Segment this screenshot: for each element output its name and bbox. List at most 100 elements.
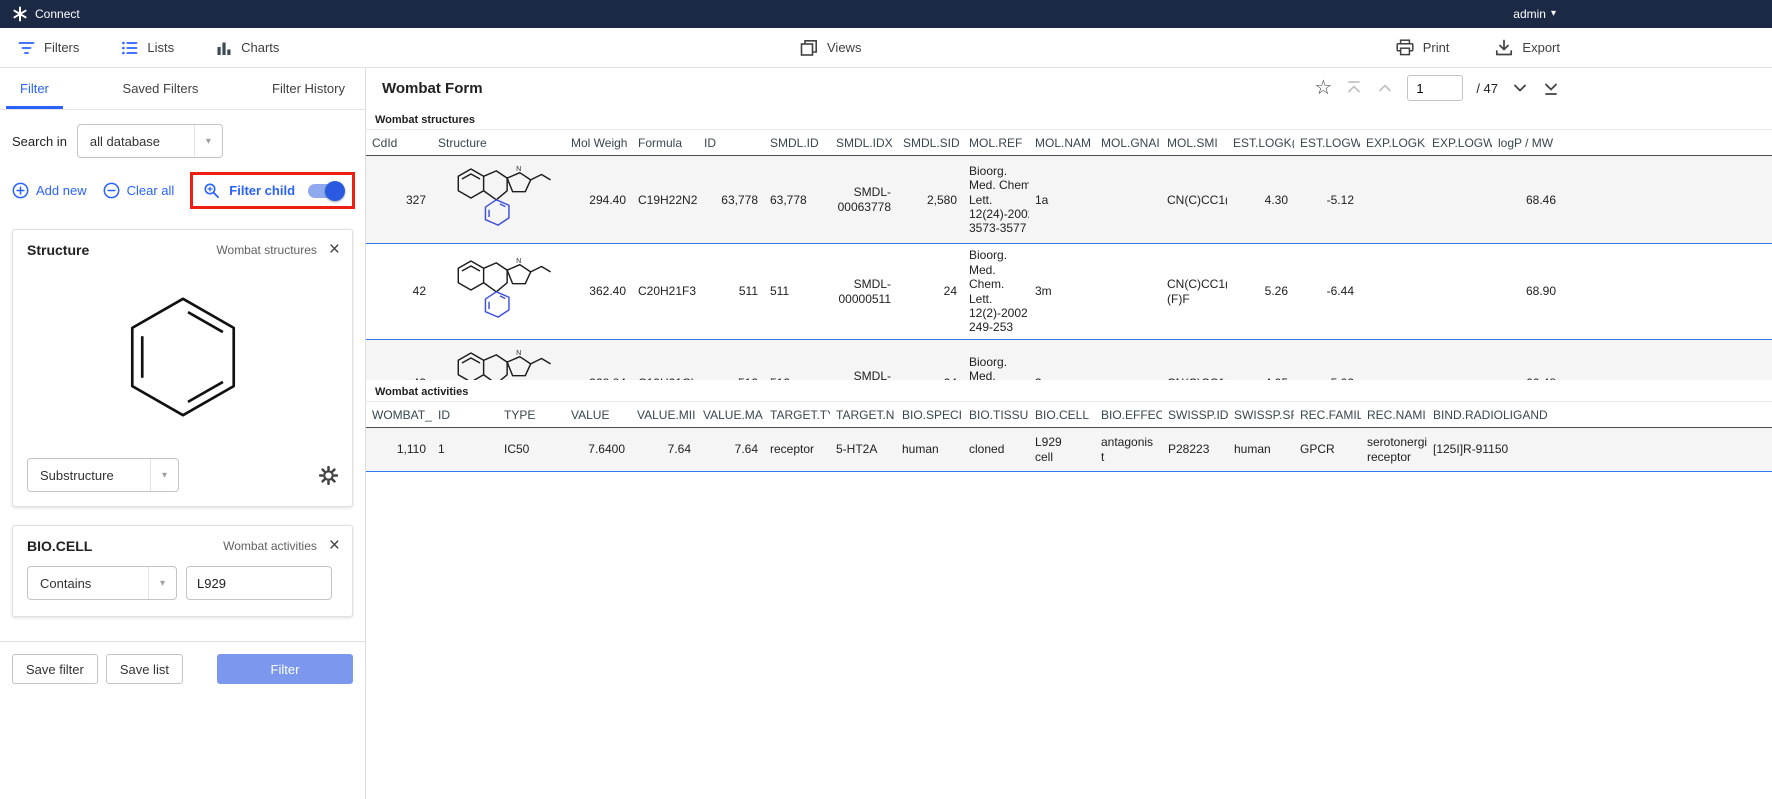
last-record-icon[interactable] (1542, 79, 1560, 97)
table-cell[interactable]: 68.46 (1492, 156, 1562, 244)
table-cell[interactable]: serotonergic receptor (1361, 428, 1427, 472)
column-header[interactable]: VALUE.MII (631, 402, 697, 428)
table-row[interactable]: 42N362.40C20H21F3511511SMDL- 0000051124B… (366, 244, 1772, 339)
table-cell[interactable] (1095, 156, 1161, 244)
filter-child-toggle[interactable] (308, 184, 342, 198)
views-button[interactable]: Views (800, 28, 861, 67)
table-cell[interactable]: Bioorg. Med. Chem. Lett. 12(24)-2002 357… (963, 156, 1029, 244)
close-icon[interactable]: × (329, 539, 340, 553)
column-header[interactable]: SMDL.ID (764, 130, 830, 156)
table-cell[interactable]: CN(C)CC1( (1161, 156, 1227, 244)
star-icon[interactable]: ☆ (1314, 78, 1332, 98)
table-cell[interactable] (1562, 428, 1772, 472)
table-cell[interactable]: 66.48 (1492, 339, 1562, 380)
column-header[interactable]: BIO.SPECI (896, 402, 963, 428)
table-cell[interactable]: P28223 (1162, 428, 1228, 472)
save-filter-button[interactable]: Save filter (12, 654, 98, 684)
biocell-value-input[interactable] (186, 566, 332, 600)
table-cell[interactable]: cloned (963, 428, 1029, 472)
table-cell[interactable]: -5.12 (1294, 156, 1360, 244)
structure-cell[interactable]: N (432, 156, 565, 244)
column-header[interactable]: ID (432, 402, 498, 428)
column-header[interactable]: SMDL.SID (897, 130, 963, 156)
column-header[interactable]: EXP.LOGW (1426, 130, 1492, 156)
filter-child-label[interactable]: Filter child (229, 183, 295, 198)
print-button[interactable]: Print (1396, 39, 1450, 56)
table-cell[interactable]: 511 (764, 244, 830, 339)
table-cell[interactable]: human (1228, 428, 1294, 472)
column-header[interactable]: Structure (432, 130, 565, 156)
column-header[interactable]: SWISSP.ID (1162, 402, 1228, 428)
table-cell[interactable]: SMDL- 00000511 (830, 244, 897, 339)
table-cell[interactable]: C19H22N2 (632, 156, 698, 244)
table-cell[interactable]: 24 (897, 244, 963, 339)
column-header[interactable]: EST.LOGK( (1227, 130, 1294, 156)
column-header[interactable]: WOMBAT_ (366, 402, 432, 428)
table-cell[interactable]: 294.40 (565, 156, 632, 244)
table-cell[interactable]: SMDL- 00063778 (830, 156, 897, 244)
table-cell[interactable]: IC50 (498, 428, 565, 472)
table-cell[interactable]: [125I]R-91150 (1427, 428, 1562, 472)
charts-button[interactable]: Charts (216, 40, 279, 56)
table-cell[interactable]: 68.90 (1492, 244, 1562, 339)
column-header[interactable]: VALUE (565, 402, 631, 428)
table-cell[interactable]: 7.64 (631, 428, 697, 472)
tab-saved-filters[interactable]: Saved Filters (109, 68, 213, 109)
column-header[interactable]: REC.NAMI (1361, 402, 1427, 428)
table-cell[interactable]: 3n (1029, 339, 1095, 380)
table-row[interactable]: 327N294.40C19H22N263,77863,778SMDL- 0006… (366, 156, 1772, 244)
column-header[interactable]: VALUE.MA (697, 402, 764, 428)
page-number-input[interactable] (1407, 75, 1463, 101)
biocell-operator-select[interactable]: Contains ▾ (27, 566, 177, 600)
first-record-icon[interactable] (1345, 79, 1363, 97)
column-header[interactable]: SMDL.IDX (830, 130, 897, 156)
table-cell[interactable]: 1 (432, 428, 498, 472)
page-list-chevron-icon[interactable] (1511, 79, 1529, 97)
add-new-button[interactable]: Add new (12, 182, 87, 199)
table-cell[interactable]: 328.84 (565, 339, 632, 380)
table-cell[interactable]: 7.6400 (565, 428, 631, 472)
structure-cell[interactable]: N (432, 339, 565, 380)
table-cell[interactable]: 512 (698, 339, 764, 380)
table-row[interactable]: 43N328.84C19H21Cl512512SMDL- 0000051224B… (366, 339, 1772, 380)
table-cell[interactable]: CN(C)CC1( (F)F (1161, 244, 1227, 339)
table-cell[interactable]: 63,778 (764, 156, 830, 244)
column-header[interactable]: BIND.RADIOLIGAND (1427, 402, 1562, 428)
tab-filter[interactable]: Filter (6, 68, 63, 109)
column-header[interactable]: MOL.GNAI (1095, 130, 1161, 156)
table-cell[interactable] (1562, 339, 1772, 380)
table-cell[interactable]: CN(C)CC1( (1161, 339, 1227, 380)
table-cell[interactable]: 3m (1029, 244, 1095, 339)
table-cell[interactable]: Bioorg. Med. Chem. Lett. (963, 339, 1029, 380)
table-cell[interactable]: 7.64 (697, 428, 764, 472)
table-cell[interactable] (1360, 339, 1426, 380)
table-cell[interactable] (1426, 244, 1492, 339)
close-icon[interactable]: × (329, 243, 340, 257)
column-header[interactable]: MOL.SMI (1161, 130, 1227, 156)
table-cell[interactable]: 43 (366, 339, 432, 380)
table-cell[interactable] (1426, 339, 1492, 380)
table-cell[interactable]: SMDL- 00000512 (830, 339, 897, 380)
table-cell[interactable]: -5.02 (1294, 339, 1360, 380)
database-select[interactable]: all database ▾ (77, 124, 223, 158)
structure-settings-button[interactable] (319, 466, 338, 485)
column-header[interactable]: Formula (632, 130, 698, 156)
table-cell[interactable]: Bioorg. Med. Chem. Lett. 12(2)-2002 249-… (963, 244, 1029, 339)
table-cell[interactable]: L929 cell (1029, 428, 1095, 472)
table-cell[interactable]: C20H21F3 (632, 244, 698, 339)
column-header[interactable]: MOL.NAM (1029, 130, 1095, 156)
table-cell[interactable]: receptor (764, 428, 830, 472)
table-cell[interactable] (1360, 156, 1426, 244)
column-header[interactable]: BIO.TISSUI (963, 402, 1029, 428)
table-cell[interactable]: 1a (1029, 156, 1095, 244)
table-cell[interactable]: antagonist (1095, 428, 1162, 472)
table-cell[interactable]: 362.40 (565, 244, 632, 339)
column-header[interactable]: ID (698, 130, 764, 156)
column-header[interactable]: Mol Weigh (565, 130, 632, 156)
table-cell[interactable]: 512 (764, 339, 830, 380)
clear-all-button[interactable]: Clear all (103, 182, 175, 199)
table-cell[interactable] (1095, 339, 1161, 380)
column-header[interactable]: MOL.REF (963, 130, 1029, 156)
table-cell[interactable]: 42 (366, 244, 432, 339)
table-cell[interactable]: C19H21Cl (632, 339, 698, 380)
